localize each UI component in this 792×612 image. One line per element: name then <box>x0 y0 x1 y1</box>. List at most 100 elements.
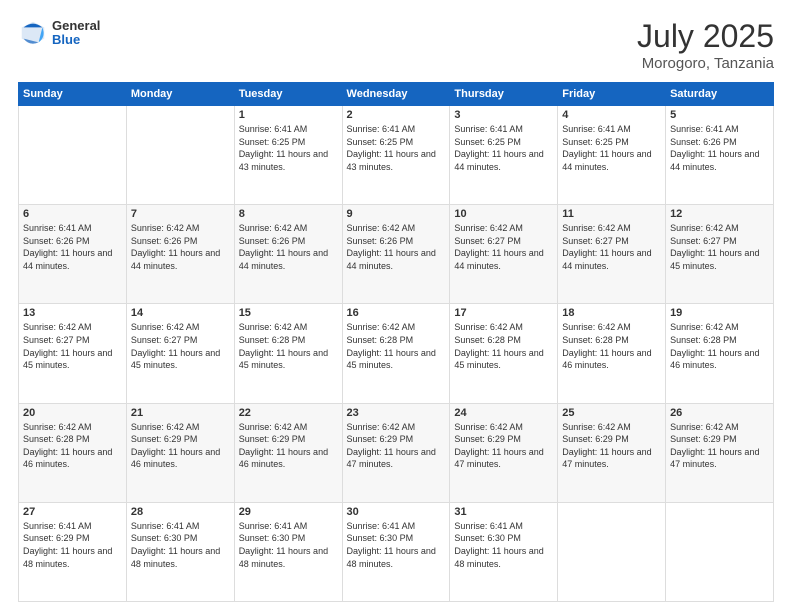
day-number: 28 <box>131 506 230 518</box>
day-number: 13 <box>23 307 122 319</box>
day-number: 16 <box>347 307 446 319</box>
day-cell: 30 Sunrise: 6:41 AMSunset: 6:30 PMDayligh… <box>342 502 450 601</box>
day-info: Sunrise: 6:41 AMSunset: 6:26 PMDaylight:… <box>23 222 122 272</box>
day-info: Sunrise: 6:41 AMSunset: 6:25 PMDaylight:… <box>347 123 446 173</box>
header-saturday: Saturday <box>666 83 774 106</box>
day-info: Sunrise: 6:41 AMSunset: 6:26 PMDaylight:… <box>670 123 769 173</box>
week-row-4: 27 Sunrise: 6:41 AMSunset: 6:29 PMDayligh… <box>19 502 774 601</box>
day-number: 27 <box>23 506 122 518</box>
day-cell <box>19 106 127 205</box>
day-number: 30 <box>347 506 446 518</box>
day-number: 7 <box>131 208 230 220</box>
header-thursday: Thursday <box>450 83 558 106</box>
calendar-table: Sunday Monday Tuesday Wednesday Thursday… <box>18 82 774 602</box>
day-info: Sunrise: 6:42 AMSunset: 6:28 PMDaylight:… <box>347 321 446 371</box>
day-cell: 9Sunrise: 6:42 AMSunset: 6:26 PMDaylight… <box>342 205 450 304</box>
day-cell: 13 Sunrise: 6:42 AMSunset: 6:27 PMDayligh… <box>19 304 127 403</box>
header-sunday: Sunday <box>19 83 127 106</box>
day-info: Sunrise: 6:41 AMSunset: 6:29 PMDaylight:… <box>23 520 122 570</box>
header-tuesday: Tuesday <box>234 83 342 106</box>
day-info: Sunrise: 6:42 AMSunset: 6:29 PMDaylight:… <box>239 421 338 471</box>
calendar-subtitle: Morogoro, Tanzania <box>637 55 774 72</box>
logo: General Blue <box>18 18 100 48</box>
day-info: Sunrise: 6:41 AMSunset: 6:30 PMDaylight:… <box>239 520 338 570</box>
day-cell: 5 Sunrise: 6:41 AMSunset: 6:26 PMDaylight… <box>666 106 774 205</box>
day-cell: 8 Sunrise: 6:42 AMSunset: 6:26 PMDaylight… <box>234 205 342 304</box>
page: General Blue July 2025 Morogoro, Tanzani… <box>0 0 792 612</box>
week-row-1: 6Sunrise: 6:41 AMSunset: 6:26 PMDaylight… <box>19 205 774 304</box>
day-info: Sunrise: 6:42 AMSunset: 6:29 PMDaylight:… <box>347 421 446 471</box>
header-wednesday: Wednesday <box>342 83 450 106</box>
day-number: 11 <box>562 208 661 220</box>
day-cell: 1Sunrise: 6:41 AMSunset: 6:25 PMDaylight… <box>234 106 342 205</box>
logo-text: General Blue <box>52 19 100 48</box>
day-number: 17 <box>454 307 553 319</box>
day-cell <box>558 502 666 601</box>
week-row-2: 13 Sunrise: 6:42 AMSunset: 6:27 PMDayligh… <box>19 304 774 403</box>
logo-general: General <box>52 19 100 33</box>
day-info: Sunrise: 6:42 AMSunset: 6:27 PMDaylight:… <box>670 222 769 272</box>
day-number: 8 <box>239 208 338 220</box>
day-info: Sunrise: 6:42 AMSunset: 6:28 PMDaylight:… <box>23 421 122 471</box>
logo-icon <box>18 18 48 48</box>
calendar-title: July 2025 <box>637 18 774 55</box>
day-cell: 22Sunrise: 6:42 AMSunset: 6:29 PMDayligh… <box>234 403 342 502</box>
day-number: 29 <box>239 506 338 518</box>
day-info: Sunrise: 6:42 AMSunset: 6:29 PMDaylight:… <box>131 421 230 471</box>
day-number: 5 <box>670 109 769 121</box>
day-number: 20 <box>23 407 122 419</box>
day-number: 4 <box>562 109 661 121</box>
day-cell: 31 Sunrise: 6:41 AMSunset: 6:30 PMDayligh… <box>450 502 558 601</box>
day-number: 26 <box>670 407 769 419</box>
day-info: Sunrise: 6:42 AMSunset: 6:27 PMDaylight:… <box>454 222 553 272</box>
day-cell: 23 Sunrise: 6:42 AMSunset: 6:29 PMDayligh… <box>342 403 450 502</box>
day-cell: 20 Sunrise: 6:42 AMSunset: 6:28 PMDayligh… <box>19 403 127 502</box>
day-info: Sunrise: 6:41 AMSunset: 6:25 PMDaylight:… <box>562 123 661 173</box>
day-cell: 29 Sunrise: 6:41 AMSunset: 6:30 PMDayligh… <box>234 502 342 601</box>
day-info: Sunrise: 6:42 AMSunset: 6:27 PMDaylight:… <box>562 222 661 272</box>
day-cell <box>126 106 234 205</box>
day-cell: 16 Sunrise: 6:42 AMSunset: 6:28 PMDayligh… <box>342 304 450 403</box>
day-info: Sunrise: 6:42 AMSunset: 6:27 PMDaylight:… <box>23 321 122 371</box>
day-number: 12 <box>670 208 769 220</box>
week-row-0: 1 Sunrise: 6:41 AMSunset: 6:25 PMDaylight… <box>19 106 774 205</box>
day-info: Sunrise: 6:42 AMSunset: 6:29 PMDaylight:… <box>454 421 553 471</box>
day-number: 23 <box>347 407 446 419</box>
day-number: 1 <box>239 109 338 121</box>
day-number: 24 <box>454 407 553 419</box>
day-cell: 12 Sunrise: 6:42 AMSunset: 6:27 PMDayligh… <box>666 205 774 304</box>
day-cell: 17 Sunrise: 6:42 AMSunset: 6:28 PMDayligh… <box>450 304 558 403</box>
day-info: Sunrise: 6:42 AMSunset: 6:26 PMDaylight:… <box>239 222 338 272</box>
day-info: Sunrise: 6:42 AMSunset: 6:28 PMDaylight:… <box>454 321 553 371</box>
day-info: Sunrise: 6:41 AMSunset: 6:30 PMDaylight:… <box>131 520 230 570</box>
day-cell: 6Sunrise: 6:41 AMSunset: 6:26 PMDaylight… <box>19 205 127 304</box>
day-number: 15 <box>239 307 338 319</box>
day-cell: 25Sunrise: 6:42 AMSunset: 6:29 PMDayligh… <box>558 403 666 502</box>
day-number: 3 <box>454 109 553 121</box>
weekday-header-row: Sunday Monday Tuesday Wednesday Thursday… <box>19 83 774 106</box>
day-cell: 7 Sunrise: 6:42 AMSunset: 6:26 PMDaylight… <box>126 205 234 304</box>
day-number: 18 <box>562 307 661 319</box>
day-info: Sunrise: 6:42 AMSunset: 6:29 PMDaylight:… <box>562 421 661 471</box>
day-info: Sunrise: 6:42 AMSunset: 6:28 PMDaylight:… <box>239 321 338 371</box>
day-number: 14 <box>131 307 230 319</box>
day-info: Sunrise: 6:41 AMSunset: 6:30 PMDaylight:… <box>347 520 446 570</box>
day-info: Sunrise: 6:42 AMSunset: 6:26 PMDaylight:… <box>131 222 230 272</box>
day-number: 31 <box>454 506 553 518</box>
day-cell: 10Sunrise: 6:42 AMSunset: 6:27 PMDayligh… <box>450 205 558 304</box>
day-info: Sunrise: 6:41 AMSunset: 6:30 PMDaylight:… <box>454 520 553 570</box>
header: General Blue July 2025 Morogoro, Tanzani… <box>18 18 774 72</box>
day-info: Sunrise: 6:41 AMSunset: 6:25 PMDaylight:… <box>454 123 553 173</box>
day-cell: 21Sunrise: 6:42 AMSunset: 6:29 PMDayligh… <box>126 403 234 502</box>
day-info: Sunrise: 6:42 AMSunset: 6:28 PMDaylight:… <box>562 321 661 371</box>
day-cell: 26Sunrise: 6:42 AMSunset: 6:29 PMDayligh… <box>666 403 774 502</box>
day-cell: 15 Sunrise: 6:42 AMSunset: 6:28 PMDayligh… <box>234 304 342 403</box>
day-cell: 11 Sunrise: 6:42 AMSunset: 6:27 PMDayligh… <box>558 205 666 304</box>
day-cell: 18 Sunrise: 6:42 AMSunset: 6:28 PMDayligh… <box>558 304 666 403</box>
day-cell: 28 Sunrise: 6:41 AMSunset: 6:30 PMDayligh… <box>126 502 234 601</box>
week-row-3: 20 Sunrise: 6:42 AMSunset: 6:28 PMDayligh… <box>19 403 774 502</box>
day-number: 9 <box>347 208 446 220</box>
day-cell: 14Sunrise: 6:42 AMSunset: 6:27 PMDayligh… <box>126 304 234 403</box>
day-cell: 19Sunrise: 6:42 AMSunset: 6:28 PMDayligh… <box>666 304 774 403</box>
title-block: July 2025 Morogoro, Tanzania <box>637 18 774 72</box>
